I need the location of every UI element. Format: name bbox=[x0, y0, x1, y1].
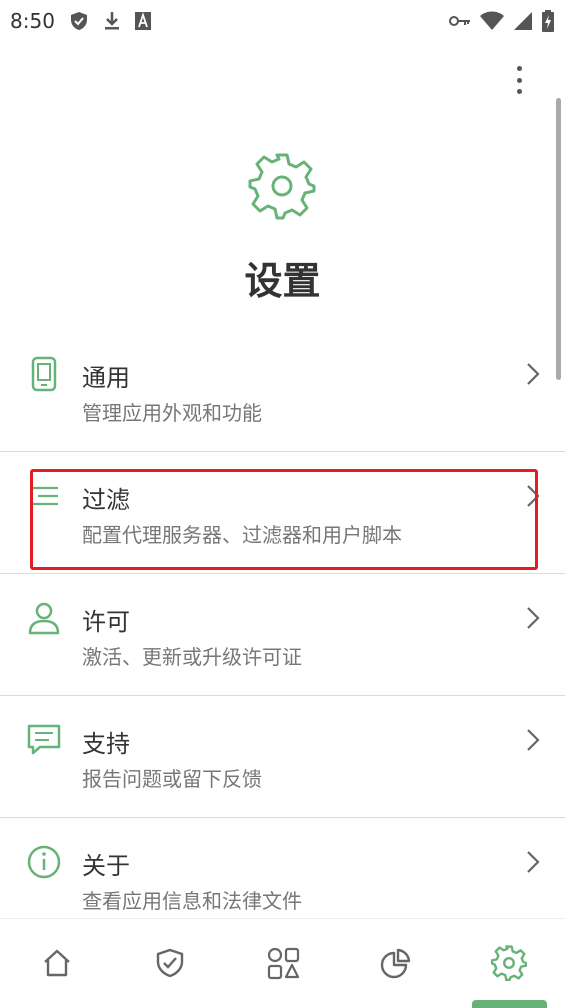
info-icon bbox=[26, 844, 62, 880]
status-right bbox=[449, 10, 555, 32]
chevron-right-icon bbox=[525, 606, 541, 634]
chat-icon bbox=[26, 722, 62, 758]
person-icon bbox=[26, 600, 62, 636]
bottom-nav bbox=[0, 918, 565, 1007]
page-title: 设置 bbox=[244, 259, 321, 303]
download-icon bbox=[104, 12, 119, 30]
phone-icon bbox=[26, 356, 62, 392]
battery-icon bbox=[542, 10, 554, 32]
status-time: 8:50 bbox=[10, 9, 55, 33]
apps-grid-icon bbox=[267, 947, 299, 980]
chevron-right-icon bbox=[525, 850, 541, 878]
settings-item-title: 关于 bbox=[82, 852, 130, 880]
settings-item-title: 支持 bbox=[82, 730, 130, 758]
nav-home[interactable] bbox=[17, 933, 97, 993]
settings-header-gear-icon bbox=[248, 152, 316, 224]
settings-item-subtitle: 管理应用外观和功能 bbox=[82, 401, 262, 425]
settings-item-subtitle: 激活、更新或升级许可证 bbox=[82, 645, 302, 669]
settings-item-title: 许可 bbox=[82, 608, 130, 636]
settings-item-title: 通用 bbox=[82, 364, 130, 392]
status-left: 8:50 bbox=[10, 9, 151, 33]
highlight-box bbox=[30, 469, 538, 570]
chevron-right-icon bbox=[525, 728, 541, 756]
nav-protection[interactable] bbox=[130, 933, 210, 993]
pie-chart-icon bbox=[380, 948, 410, 979]
shield-check-icon bbox=[70, 12, 87, 30]
nav-statistics[interactable] bbox=[356, 933, 436, 993]
more-dot bbox=[516, 89, 522, 94]
font-a-icon bbox=[134, 12, 151, 30]
settings-list: 通用 管理应用外观和功能 过滤 配置代理服务器、过滤器和用户脚本 许可 激活、更… bbox=[0, 330, 565, 940]
wifi-icon bbox=[480, 11, 504, 30]
status-bar: 8:50 bbox=[0, 0, 565, 42]
settings-item-license[interactable]: 许可 激活、更新或升级许可证 bbox=[0, 574, 565, 696]
more-dot bbox=[516, 77, 522, 83]
shield-check-icon bbox=[156, 948, 183, 978]
settings-item-support[interactable]: 支持 报告问题或留下反馈 bbox=[0, 696, 565, 818]
key-icon bbox=[449, 16, 470, 26]
nav-settings[interactable] bbox=[469, 933, 549, 993]
home-icon bbox=[43, 949, 70, 977]
cell-signal-icon bbox=[514, 12, 532, 30]
more-dot bbox=[516, 66, 522, 71]
settings-item-subtitle: 查看应用信息和法律文件 bbox=[82, 889, 302, 913]
nav-apps[interactable] bbox=[243, 933, 323, 993]
settings-item-subtitle: 报告问题或留下反馈 bbox=[82, 767, 262, 791]
chevron-right-icon bbox=[525, 362, 541, 390]
settings-item-general[interactable]: 通用 管理应用外观和功能 bbox=[0, 330, 565, 452]
nav-active-indicator bbox=[472, 1000, 547, 1008]
more-options-button[interactable] bbox=[507, 62, 531, 98]
gear-icon bbox=[490, 945, 527, 981]
